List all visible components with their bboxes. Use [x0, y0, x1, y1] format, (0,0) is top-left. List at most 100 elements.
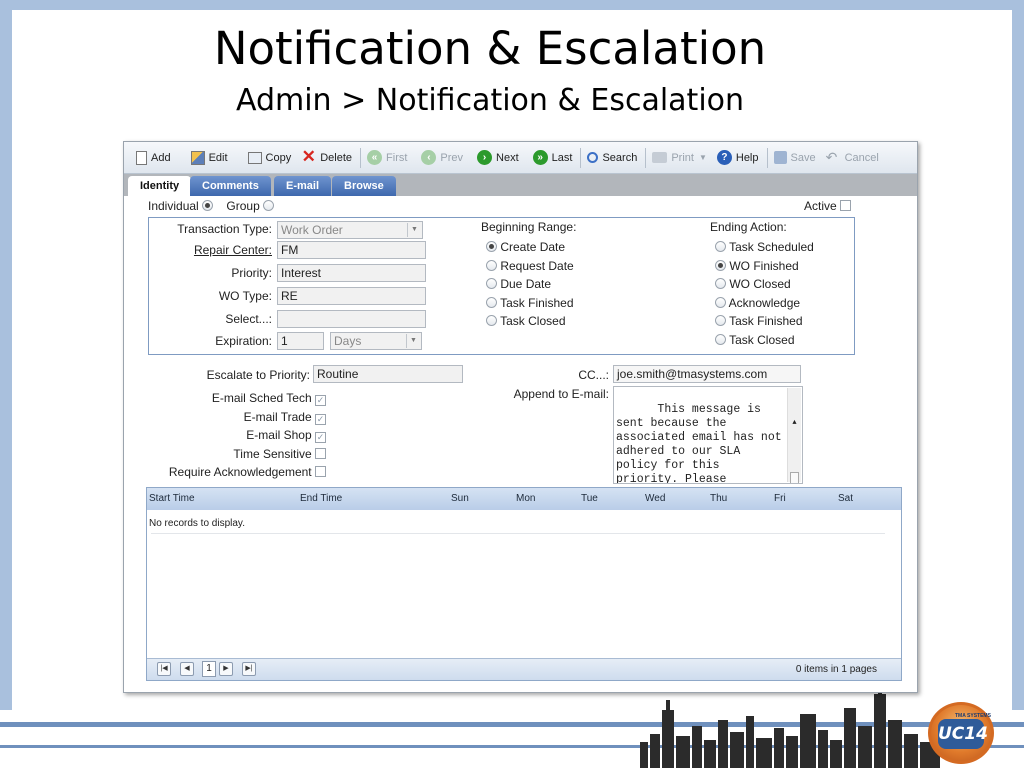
repair-center-link[interactable]: Repair Center: — [154, 243, 272, 257]
column-mon[interactable]: Mon — [516, 493, 535, 504]
new-page-icon — [136, 150, 147, 165]
scroll-up-icon[interactable]: ▲ — [788, 416, 801, 430]
first-page-icon[interactable]: |◀ — [157, 662, 171, 676]
individual-label: Individual — [148, 199, 199, 213]
email-sched-tech-row: E-mail Sched Tech ✓ — [154, 389, 326, 408]
due-date-radio[interactable] — [486, 278, 497, 289]
delete-label: Delete — [320, 151, 353, 164]
email-trade-checkbox[interactable]: ✓ — [315, 413, 326, 425]
beginning-range-option[interactable]: Request Date — [486, 257, 574, 276]
edit-button[interactable]: Edit — [187, 147, 234, 169]
column-sat[interactable]: Sat — [838, 493, 853, 504]
add-button[interactable]: Add — [132, 147, 177, 169]
last-button[interactable]: » Last — [529, 147, 579, 169]
task-closed-radio[interactable] — [715, 333, 726, 345]
column-tue[interactable]: Tue — [581, 493, 598, 504]
textarea-scrollbar[interactable]: ▲ ▼ — [787, 388, 801, 483]
require-ack-checkbox[interactable] — [315, 466, 326, 477]
save-label: Save — [790, 151, 816, 164]
first-record-icon: « — [367, 150, 383, 165]
beginning-range-option[interactable]: Task Closed — [486, 312, 574, 331]
toolbar: Add Edit Copy ✕ Delete «First ‹ Prev › Next… — [124, 142, 917, 174]
beginning-range-option[interactable]: Task Finished — [486, 294, 574, 313]
cc-link[interactable]: CC...: — [524, 368, 609, 382]
ending-action-option[interactable]: WO Closed — [715, 275, 814, 294]
ending-action-option[interactable]: Task Finished — [715, 312, 814, 331]
wo-closed-radio[interactable] — [715, 278, 726, 289]
priority-field[interactable]: Interest — [277, 264, 426, 282]
request-date-radio[interactable] — [486, 259, 497, 271]
active-checkbox[interactable] — [840, 200, 852, 211]
help-button[interactable]: ? Help — [713, 147, 765, 169]
option-label: Request Date — [500, 258, 574, 273]
prev-page-icon[interactable]: ◀ — [180, 662, 194, 676]
last-record-icon: » — [532, 150, 548, 165]
ending-action-option[interactable]: WO Finished — [715, 257, 814, 276]
scroll-thumb[interactable] — [790, 472, 799, 483]
task-finished-radio[interactable] — [715, 315, 726, 326]
select-field[interactable] — [277, 310, 426, 328]
column-start-time[interactable]: Start Time — [149, 493, 195, 504]
first-button[interactable]: «First — [363, 147, 413, 169]
column-end-time[interactable]: End Time — [300, 493, 342, 504]
beginning-range-option[interactable]: Create Date — [486, 238, 574, 257]
tab-browse[interactable]: Browse — [332, 176, 396, 196]
tab-email[interactable]: E-mail — [274, 176, 332, 196]
repair-center-field[interactable]: FM — [277, 241, 426, 259]
active-label: Active — [804, 199, 837, 213]
escalate-priority-field[interactable]: Routine — [313, 365, 463, 383]
chevron-down-icon: ▼ — [407, 223, 421, 237]
help-label: Help — [735, 151, 759, 164]
prev-button[interactable]: ‹ Prev — [417, 147, 469, 169]
cc-field[interactable]: joe.smith@tmasystems.com — [613, 365, 801, 383]
slide-title: Notification & Escalation — [213, 22, 767, 75]
email-shop-checkbox[interactable]: ✓ — [315, 432, 326, 443]
grid-divider — [151, 533, 885, 534]
column-thu[interactable]: Thu — [710, 493, 727, 504]
expiration-unit-value: Days — [334, 334, 362, 348]
transaction-type-select[interactable]: Work Order ▼ — [277, 221, 423, 239]
ending-action-option[interactable]: Task Closed — [715, 331, 814, 350]
beginning-range-option[interactable]: Due Date — [486, 275, 574, 294]
active-group: Active — [804, 199, 852, 213]
wo-type-label: WO Type: — [218, 289, 272, 303]
search-icon — [587, 152, 599, 163]
last-page-icon[interactable]: ▶| — [242, 662, 256, 676]
save-button[interactable]: Save — [770, 147, 822, 169]
tab-identity[interactable]: Identity — [128, 176, 192, 196]
task-closed-radio[interactable] — [486, 315, 497, 326]
column-sun[interactable]: Sun — [451, 493, 469, 504]
append-email-textarea[interactable]: This message is sent because the associa… — [613, 386, 803, 484]
page-number[interactable]: 1 — [202, 661, 216, 677]
search-button[interactable]: Search — [583, 147, 643, 169]
delete-button[interactable]: ✕ Delete — [297, 147, 358, 169]
time-sensitive-checkbox[interactable] — [315, 447, 326, 459]
require-ack-label: Require Acknowledgement — [168, 465, 312, 479]
expiration-field[interactable]: 1 — [277, 332, 324, 350]
expiration-unit-select[interactable]: Days ▼ — [330, 332, 422, 350]
create-date-radio[interactable] — [486, 241, 497, 252]
ending-action-option[interactable]: Acknowledge — [715, 294, 814, 313]
slide-subtitle: Admin > Notification & Escalation — [235, 83, 745, 118]
column-wed[interactable]: Wed — [645, 493, 665, 504]
wo-type-field[interactable]: RE — [277, 287, 426, 305]
recipient-type-group: Individual Group — [148, 199, 275, 213]
task-finished-radio[interactable] — [486, 296, 497, 308]
cancel-button[interactable]: ↶ Cancel — [822, 147, 885, 169]
tab-comments[interactable]: Comments — [190, 176, 271, 196]
select-label: Select...: — [225, 312, 272, 326]
individual-radio[interactable] — [202, 200, 214, 211]
column-fri[interactable]: Fri — [774, 493, 786, 504]
ending-action-option[interactable]: Task Scheduled — [715, 238, 814, 257]
copy-label: Copy — [265, 151, 292, 164]
copy-button[interactable]: Copy — [244, 147, 298, 169]
next-page-icon[interactable]: ▶ — [219, 662, 233, 676]
next-button[interactable]: › Next — [473, 147, 525, 169]
group-radio[interactable] — [263, 200, 275, 211]
email-sched-tech-checkbox[interactable]: ✓ — [315, 395, 326, 406]
task-scheduled-radio[interactable] — [715, 241, 726, 252]
print-button[interactable]: Print ▼ — [648, 147, 713, 169]
option-label: WO Closed — [729, 277, 791, 291]
wo-finished-radio[interactable] — [715, 259, 726, 271]
acknowledge-radio[interactable] — [715, 296, 726, 308]
